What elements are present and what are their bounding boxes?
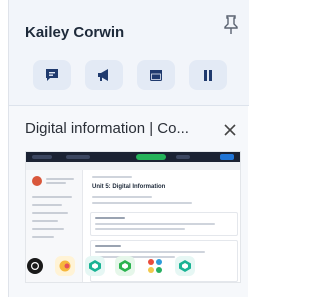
app-icon-yellow[interactable] (55, 256, 75, 276)
preview-topbar (26, 152, 240, 162)
chat-icon (46, 69, 58, 81)
app-icon-green[interactable] (115, 256, 135, 276)
tab-title: Digital information | Co... (25, 120, 189, 137)
window-icon (150, 69, 162, 81)
pause-button[interactable] (189, 60, 227, 90)
pin-icon[interactable] (223, 14, 239, 36)
preview-subbar (26, 162, 240, 170)
chat-button[interactable] (33, 60, 71, 90)
app-icon-multicolor[interactable] (145, 256, 165, 276)
divider (9, 105, 249, 106)
pause-icon (204, 69, 212, 81)
card-header: Kailey Corwin (9, 0, 249, 105)
close-icon[interactable] (220, 120, 240, 140)
window-button[interactable] (137, 60, 175, 90)
app-icon-teal[interactable] (85, 256, 105, 276)
contact-name: Kailey Corwin (25, 24, 125, 41)
app-icon-teal-2[interactable] (175, 256, 195, 276)
announce-icon (98, 69, 108, 81)
preview-heading: Unit 5: Digital Information (92, 184, 166, 190)
session-card: Kailey Corwin Digital information | Co..… (8, 0, 249, 297)
app-dock (25, 256, 195, 276)
chrome-icon[interactable] (25, 256, 45, 276)
action-bar (33, 60, 227, 90)
announce-button[interactable] (85, 60, 123, 90)
